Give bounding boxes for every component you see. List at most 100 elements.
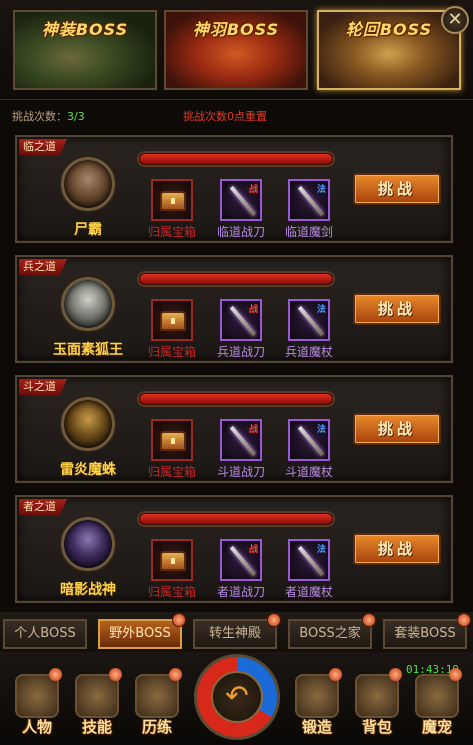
menu-bag[interactable]: 背包: [350, 668, 404, 740]
dao-tag: 斗之道: [19, 379, 67, 395]
menu-label: 人物: [21, 718, 52, 736]
reward-label: 归属宝箱: [147, 225, 196, 239]
reward-war-blade[interactable]: 战: [220, 539, 262, 581]
tab-label: 转生神殿: [208, 626, 261, 641]
reward-label: 兵道魔杖: [284, 345, 333, 359]
challenge-button[interactable]: 挑战: [353, 173, 441, 205]
tab-label: 野外BOSS: [109, 626, 171, 641]
boss-portrait: [61, 277, 115, 331]
boss-category-tabs: 神装BOSS 神羽BOSS 轮回BOSS ✕: [0, 0, 473, 100]
reward-label: 斗道魔杖: [284, 465, 333, 479]
reward-label: 临道战刀: [216, 225, 265, 239]
reward-chest-icon[interactable]: [151, 179, 193, 221]
menu-pet[interactable]: 魔宠: [410, 668, 464, 740]
challenge-button[interactable]: 挑战: [353, 533, 441, 565]
close-icon[interactable]: ✕: [441, 6, 469, 34]
tab-rebirth-temple[interactable]: 转生神殿: [193, 613, 281, 649]
mage-tag: 法: [316, 425, 326, 435]
menu-label: 历练: [141, 718, 172, 736]
return-button[interactable]: ↶: [194, 654, 280, 740]
menu-label: 魔宠: [421, 718, 452, 736]
mage-tag: 法: [316, 545, 326, 555]
tab-label: 套装BOSS: [394, 626, 456, 641]
notification-dot: [449, 668, 462, 681]
reward-war-blade[interactable]: 战: [220, 299, 262, 341]
menu-training[interactable]: 历练: [130, 668, 184, 740]
reward-mage-weapon[interactable]: 法: [288, 539, 330, 581]
challenge-count: 挑战次数：3/3: [12, 108, 85, 124]
reward-mage-weapon[interactable]: 法: [288, 179, 330, 221]
boss-name: 尸霸: [74, 222, 102, 238]
reward-label: 归属宝箱: [147, 465, 196, 479]
challenge-button[interactable]: 挑战: [353, 293, 441, 325]
boss-panel: 斗之道 雷炎魔蛛 战 法 归属宝箱 斗道战刀 斗道魔杖 挑战: [15, 375, 453, 483]
reward-chest-icon[interactable]: [151, 299, 193, 341]
tab-shenzhuang-boss[interactable]: 神装BOSS: [13, 10, 157, 90]
notification-dot: [457, 613, 471, 627]
boss-panel: 者之道 暗影战神 战 法 归属宝箱 者道战刀 者道魔杖 挑战: [15, 495, 453, 603]
reward-label: 归属宝箱: [147, 345, 196, 359]
boss-hp-bar: [139, 513, 333, 525]
boss-hp-bar: [139, 393, 333, 405]
mage-tag: 法: [316, 305, 326, 315]
notification-dot: [49, 668, 62, 681]
tab-set-boss[interactable]: 套装BOSS: [383, 613, 471, 649]
reward-war-blade[interactable]: 战: [220, 419, 262, 461]
notification-dot: [267, 613, 281, 627]
reward-chest-icon[interactable]: [151, 539, 193, 581]
war-tag: 战: [248, 545, 258, 555]
menu-character[interactable]: 人物: [10, 668, 64, 740]
challenge-count-label: 挑战次数：: [12, 110, 67, 123]
mage-tag: 法: [316, 185, 326, 195]
notification-dot: [109, 668, 122, 681]
boss-hp-bar: [139, 153, 333, 165]
boss-panel: 兵之道 玉面素狐王 战 法 归属宝箱 兵道战刀 兵道魔杖 挑战: [15, 255, 453, 363]
return-arrow-icon: ↶: [211, 671, 263, 723]
dao-tag: 者之道: [19, 499, 67, 515]
reward-mage-weapon[interactable]: 法: [288, 299, 330, 341]
menu-label: 锻造: [301, 718, 332, 736]
menu-label: 背包: [361, 718, 392, 736]
boss-name: 雷炎魔蛛: [60, 462, 116, 478]
boss-name: 暗影战神: [60, 582, 116, 598]
menu-skills[interactable]: 技能: [70, 668, 124, 740]
boss-portrait: [61, 157, 115, 211]
reward-chest-icon[interactable]: [151, 419, 193, 461]
notification-dot: [172, 613, 186, 627]
war-tag: 战: [248, 305, 258, 315]
tab-lunhui-boss[interactable]: 轮回BOSS: [317, 10, 461, 90]
reward-mage-weapon[interactable]: 法: [288, 419, 330, 461]
reward-war-blade[interactable]: 战: [220, 179, 262, 221]
tab-boss-home[interactable]: BOSS之家: [288, 613, 376, 649]
menu-forge[interactable]: 锻造: [290, 668, 344, 740]
notification-dot: [389, 668, 402, 681]
challenge-button[interactable]: 挑战: [353, 413, 441, 445]
notification-dot: [169, 668, 182, 681]
menu-label: 技能: [81, 718, 112, 736]
challenge-count-value: 3/3: [67, 110, 85, 123]
reward-label: 兵道战刀: [216, 345, 265, 359]
war-tag: 战: [248, 185, 258, 195]
main-menu-bar: 01:43:19 人物 技能 历练 ↶ 锻造 背包 魔宠: [0, 652, 473, 745]
challenge-info: 挑战次数：3/3 挑战次数0点重置: [0, 104, 473, 124]
tab-shenyu-boss[interactable]: 神羽BOSS: [164, 10, 308, 90]
reward-label: 斗道战刀: [216, 465, 265, 479]
tab-title: 神羽BOSS: [192, 20, 280, 39]
boss-portrait: [61, 397, 115, 451]
boss-hp-bar: [139, 273, 333, 285]
tab-title: 轮回BOSS: [345, 20, 433, 39]
war-tag: 战: [248, 425, 258, 435]
tab-personal-boss[interactable]: 个人BOSS: [3, 619, 87, 649]
reward-label: 者道战刀: [216, 585, 265, 599]
notification-dot: [362, 613, 376, 627]
reward-label: 临道魔剑: [284, 225, 333, 239]
reward-label: 者道魔杖: [284, 585, 333, 599]
notification-dot: [329, 668, 342, 681]
chest-icon: [160, 191, 186, 211]
tab-field-boss[interactable]: 野外BOSS: [98, 613, 186, 649]
tab-title: 神装BOSS: [41, 20, 129, 39]
tab-label: BOSS之家: [299, 626, 361, 641]
boss-panel: 临之道 尸霸 战 法 归属宝箱 临道战刀 临道魔剑 挑战: [15, 135, 453, 243]
boss-type-tabs: 个人BOSS 野外BOSS 转生神殿 BOSS之家 套装BOSS: [0, 612, 473, 652]
chest-icon: [160, 311, 186, 331]
